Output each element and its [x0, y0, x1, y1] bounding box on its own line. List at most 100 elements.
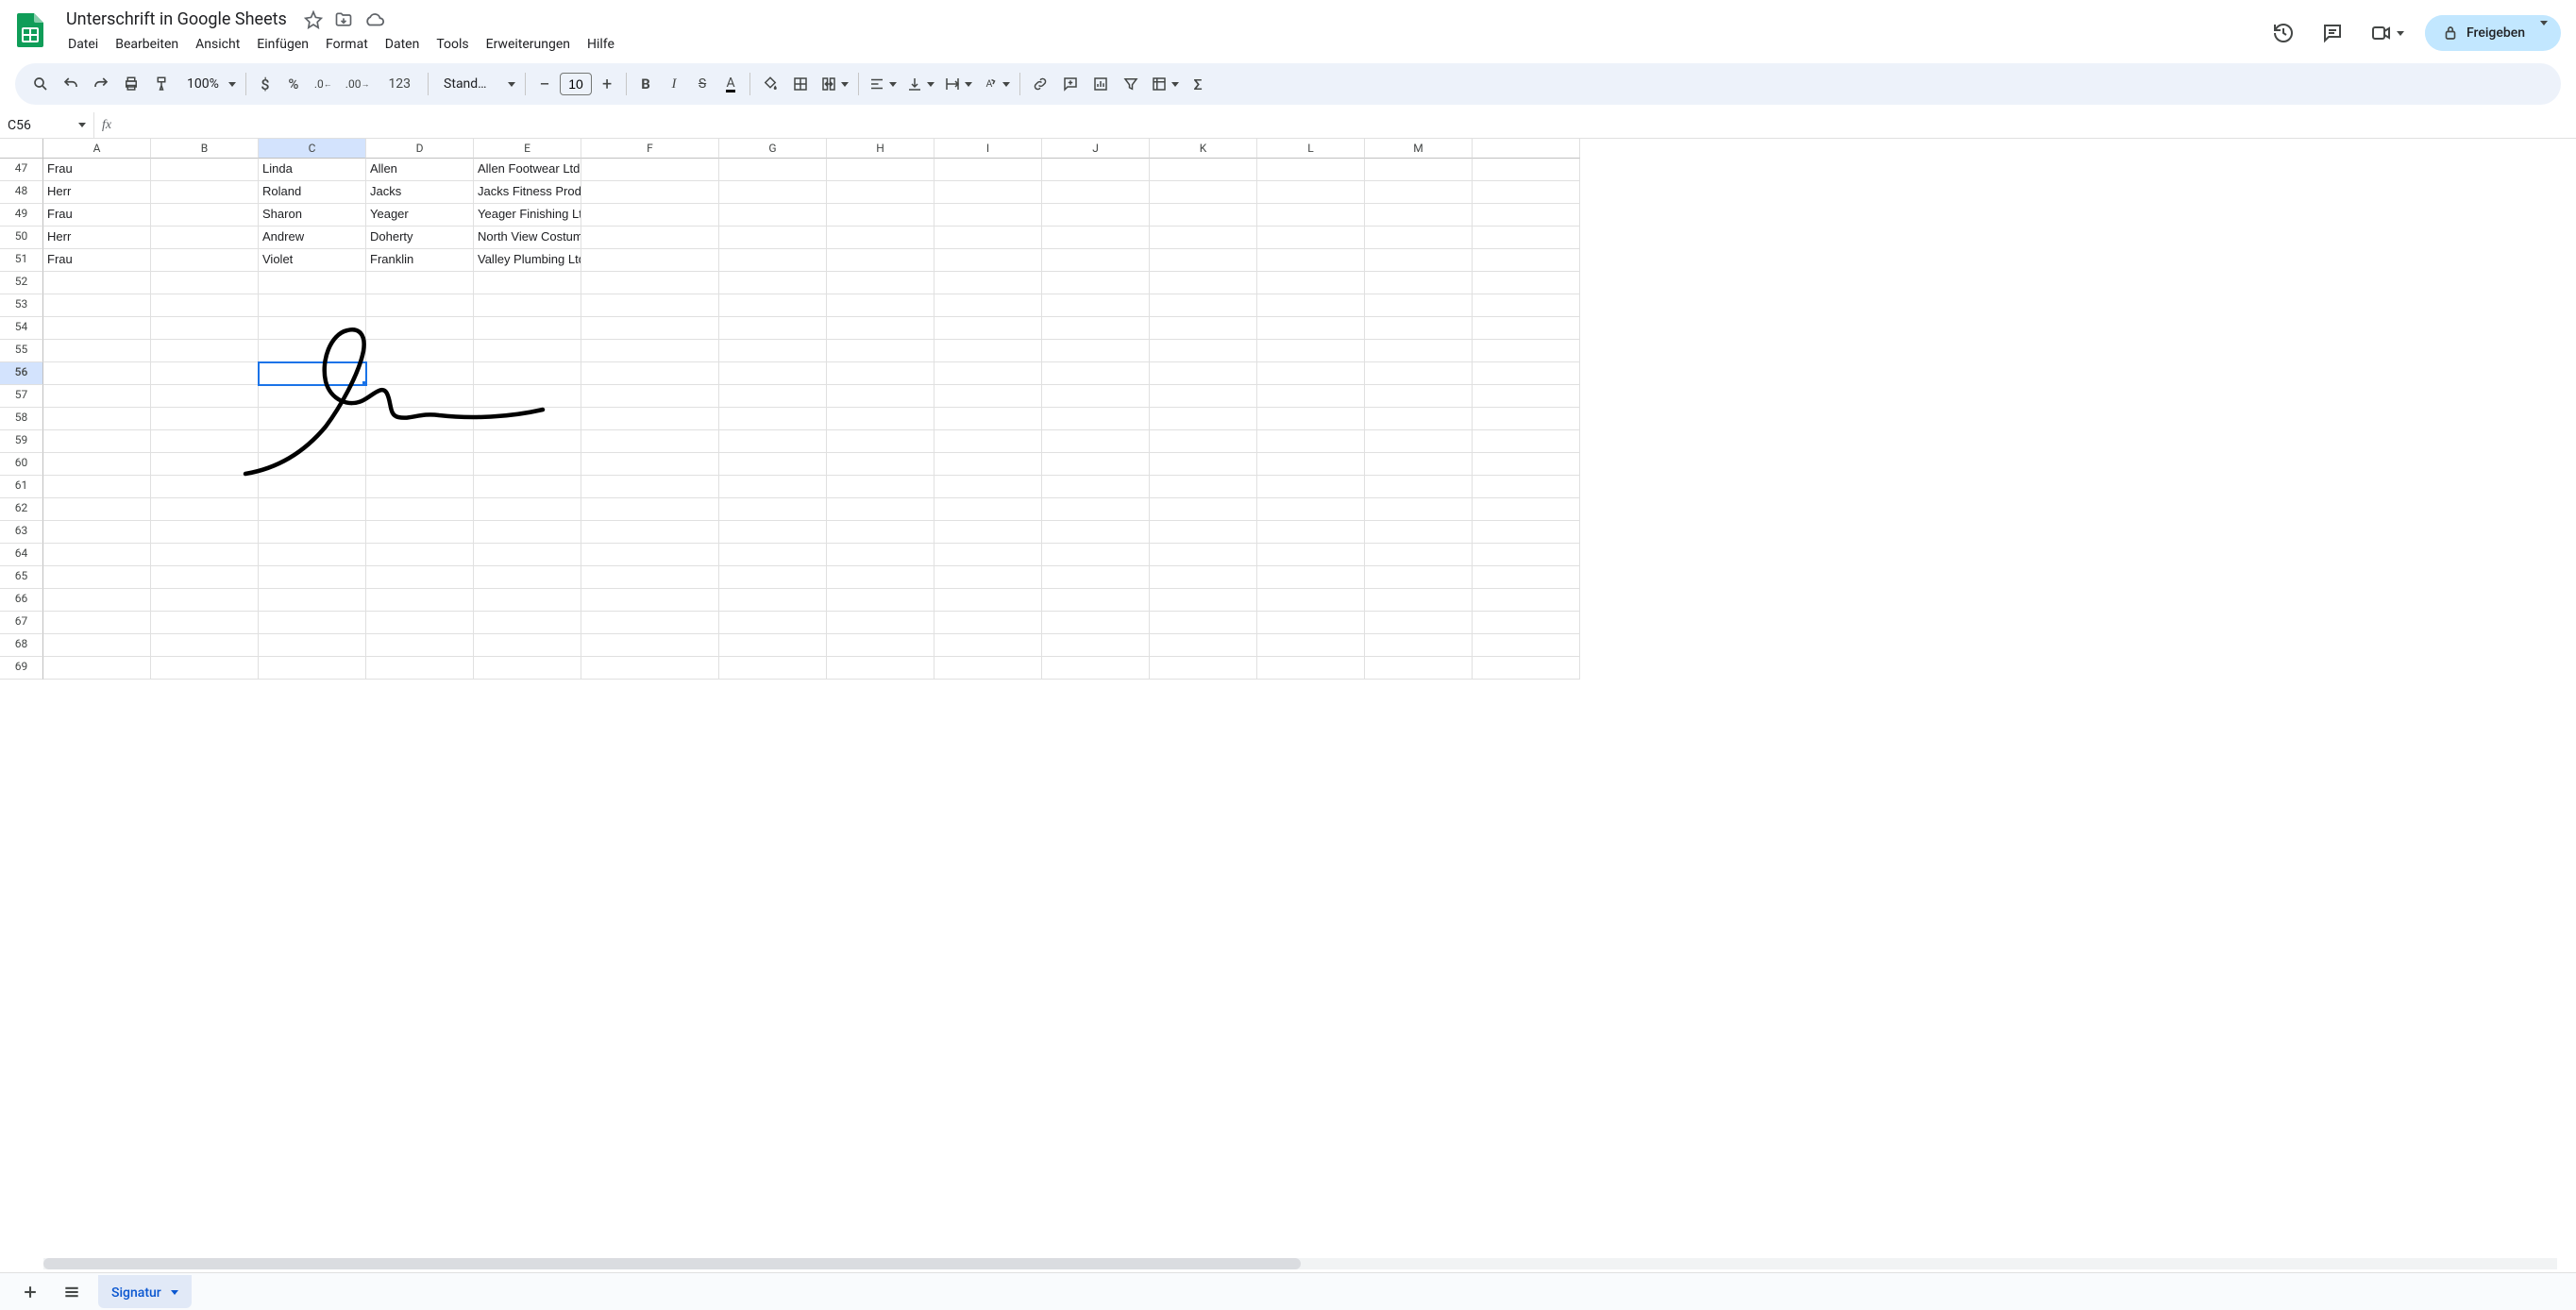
cell-G60[interactable] [719, 453, 827, 476]
cell-H47[interactable] [827, 159, 934, 181]
cell-L66[interactable] [1257, 589, 1365, 612]
zoom-selector[interactable]: 100% [177, 71, 240, 97]
menu-datei[interactable]: Datei [60, 33, 106, 56]
cell-L52[interactable] [1257, 272, 1365, 294]
cell-E63[interactable] [474, 521, 581, 544]
cell-M61[interactable] [1365, 476, 1473, 498]
cell[interactable] [1473, 362, 1580, 385]
cell-F53[interactable] [581, 294, 719, 317]
cell-E68[interactable] [474, 634, 581, 657]
cell-G49[interactable] [719, 204, 827, 227]
cell[interactable] [1473, 453, 1580, 476]
row-header-66[interactable]: 66 [0, 589, 43, 612]
cell-C64[interactable] [259, 544, 366, 566]
cell-I56[interactable] [934, 362, 1042, 385]
cell-D62[interactable] [366, 498, 474, 521]
cell-L67[interactable] [1257, 612, 1365, 634]
cell-M63[interactable] [1365, 521, 1473, 544]
cell-L56[interactable] [1257, 362, 1365, 385]
cell-H62[interactable] [827, 498, 934, 521]
column-header-D[interactable]: D [366, 139, 474, 159]
paint-format-button[interactable] [147, 70, 176, 98]
cell-M66[interactable] [1365, 589, 1473, 612]
cell-C61[interactable] [259, 476, 366, 498]
cell-I66[interactable] [934, 589, 1042, 612]
cell[interactable] [1473, 249, 1580, 272]
row-header-55[interactable]: 55 [0, 340, 43, 362]
cell-I49[interactable] [934, 204, 1042, 227]
cell-A50[interactable]: Herr [43, 227, 151, 249]
cell-E57[interactable] [474, 385, 581, 408]
cell-J52[interactable] [1042, 272, 1150, 294]
cell-M52[interactable] [1365, 272, 1473, 294]
cell-H69[interactable] [827, 657, 934, 680]
cell-A49[interactable]: Frau [43, 204, 151, 227]
cell-K50[interactable] [1150, 227, 1257, 249]
cell-G55[interactable] [719, 340, 827, 362]
cell-G53[interactable] [719, 294, 827, 317]
cell-I67[interactable] [934, 612, 1042, 634]
print-button[interactable] [117, 70, 145, 98]
cell-J66[interactable] [1042, 589, 1150, 612]
cloud-status-icon[interactable] [364, 9, 385, 30]
select-all-corner[interactable] [0, 139, 43, 159]
cell-B58[interactable] [151, 408, 259, 430]
cell-A69[interactable] [43, 657, 151, 680]
cell-D52[interactable] [366, 272, 474, 294]
cell-C68[interactable] [259, 634, 366, 657]
cell-H56[interactable] [827, 362, 934, 385]
cell-K47[interactable] [1150, 159, 1257, 181]
decrease-font-button[interactable]: − [531, 70, 558, 98]
cell-C67[interactable] [259, 612, 366, 634]
cell-K60[interactable] [1150, 453, 1257, 476]
italic-button[interactable]: I [661, 70, 687, 98]
cell-A57[interactable] [43, 385, 151, 408]
column-header-A[interactable]: A [43, 139, 151, 159]
cell[interactable] [1473, 476, 1580, 498]
cell[interactable] [1473, 385, 1580, 408]
cell-I52[interactable] [934, 272, 1042, 294]
cell-E48[interactable]: Jacks Fitness Products Ltd [474, 181, 581, 204]
column-header-B[interactable]: B [151, 139, 259, 159]
cell-I53[interactable] [934, 294, 1042, 317]
cell-I60[interactable] [934, 453, 1042, 476]
cell-A67[interactable] [43, 612, 151, 634]
cell-L60[interactable] [1257, 453, 1365, 476]
cell-D57[interactable] [366, 385, 474, 408]
cell-D61[interactable] [366, 476, 474, 498]
cell-E64[interactable] [474, 544, 581, 566]
cell-D49[interactable]: Yeager [366, 204, 474, 227]
column-header-C[interactable]: C [259, 139, 366, 159]
cell-B66[interactable] [151, 589, 259, 612]
cell[interactable] [1473, 612, 1580, 634]
cell-J59[interactable] [1042, 430, 1150, 453]
cell[interactable] [1473, 408, 1580, 430]
cell-B51[interactable] [151, 249, 259, 272]
menu-bearbeiten[interactable]: Bearbeiten [108, 33, 186, 56]
cell-G52[interactable] [719, 272, 827, 294]
cell[interactable] [1473, 272, 1580, 294]
cell[interactable] [1473, 181, 1580, 204]
cell-D65[interactable] [366, 566, 474, 589]
column-header-H[interactable]: H [827, 139, 934, 159]
wrap-button[interactable] [940, 74, 976, 94]
cell-I61[interactable] [934, 476, 1042, 498]
cell-M54[interactable] [1365, 317, 1473, 340]
cell-A58[interactable] [43, 408, 151, 430]
cell-E52[interactable] [474, 272, 581, 294]
cell-K54[interactable] [1150, 317, 1257, 340]
cell-M50[interactable] [1365, 227, 1473, 249]
cell[interactable] [1473, 634, 1580, 657]
cell-C56[interactable] [259, 362, 366, 385]
row-header-49[interactable]: 49 [0, 204, 43, 227]
cell-F67[interactable] [581, 612, 719, 634]
cell-F68[interactable] [581, 634, 719, 657]
currency-button[interactable]: $ [252, 70, 278, 98]
cell-C60[interactable] [259, 453, 366, 476]
cell-B69[interactable] [151, 657, 259, 680]
cell-B67[interactable] [151, 612, 259, 634]
cell-E55[interactable] [474, 340, 581, 362]
cell[interactable] [1473, 544, 1580, 566]
cell-E66[interactable] [474, 589, 581, 612]
cell-A56[interactable] [43, 362, 151, 385]
